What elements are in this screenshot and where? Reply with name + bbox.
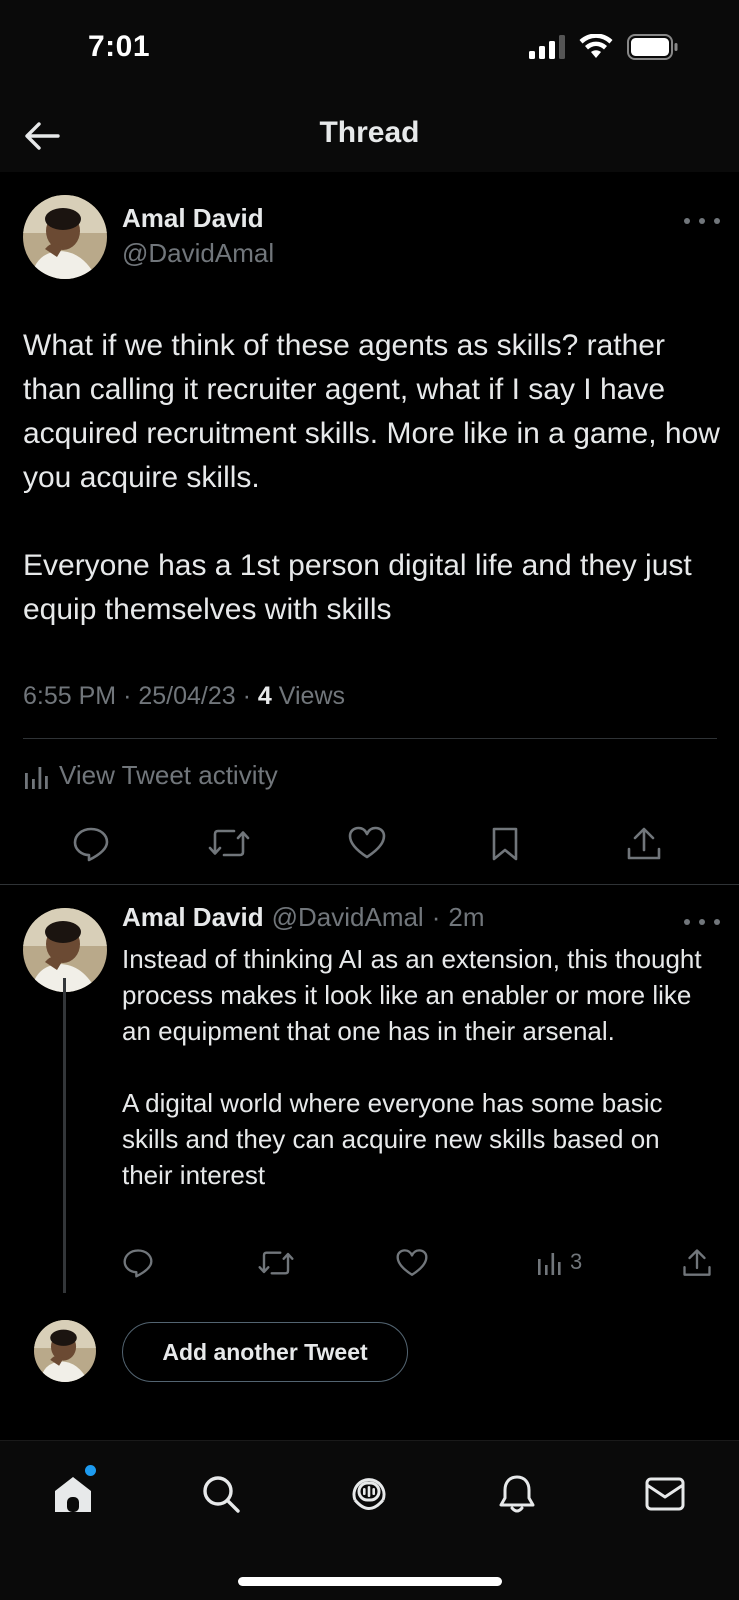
battery-icon xyxy=(627,34,678,60)
heart-icon xyxy=(396,1249,428,1276)
share-icon xyxy=(683,1249,711,1276)
view-tweet-activity-button[interactable]: View Tweet activity xyxy=(23,760,278,791)
comment-icon xyxy=(73,827,109,862)
avatar[interactable] xyxy=(23,195,107,279)
reply-more-options-button[interactable] xyxy=(684,912,720,932)
home-notification-dot xyxy=(85,1465,96,1476)
bar-chart-icon xyxy=(538,1253,561,1275)
tweet-metadata: 6:55 PM · 25/04/23 · 4 Views xyxy=(23,682,346,710)
home-indicator[interactable] xyxy=(238,1577,502,1586)
retweet-icon xyxy=(208,829,250,857)
reply-button[interactable] xyxy=(72,826,110,862)
tab-messages[interactable] xyxy=(640,1469,690,1519)
more-options-button[interactable] xyxy=(684,211,720,231)
view-tweet-activity-label: View Tweet activity xyxy=(59,760,278,790)
heart-icon xyxy=(348,826,386,859)
views-label: Views xyxy=(278,682,346,710)
bell-icon xyxy=(499,1475,535,1513)
author-name[interactable]: Amal David xyxy=(122,203,274,234)
nav-bar: Thread xyxy=(0,100,739,172)
share-button[interactable] xyxy=(626,826,662,862)
profile-photo xyxy=(34,1320,96,1382)
bottom-tab-bar xyxy=(0,1440,739,1600)
reply-views-button[interactable]: 3 xyxy=(536,1248,582,1276)
tweet-time[interactable]: 6:55 PM xyxy=(23,682,116,710)
reply-author-handle[interactable]: @DavidAmal xyxy=(272,902,424,933)
retweet-icon xyxy=(258,1251,294,1275)
tab-search[interactable] xyxy=(196,1469,246,1519)
comment-icon xyxy=(123,1249,153,1278)
like-button[interactable] xyxy=(348,826,386,860)
reply-share-button[interactable] xyxy=(682,1248,712,1278)
tab-spaces[interactable] xyxy=(344,1469,394,1519)
reply-reply-button[interactable] xyxy=(122,1248,154,1278)
bookmark-button[interactable] xyxy=(490,826,520,862)
tweet-paragraph: What if we think of these agents as skil… xyxy=(23,329,720,494)
bookmark-icon xyxy=(492,827,518,861)
page-title: Thread xyxy=(319,116,420,149)
status-icons xyxy=(529,34,679,60)
tab-home[interactable] xyxy=(48,1465,98,1519)
status-bar: 7:01 xyxy=(0,0,739,100)
status-time: 7:01 xyxy=(88,30,151,63)
tweet-paragraph: Everyone has a 1st person digital life a… xyxy=(23,549,692,626)
reply-author-name[interactable]: Amal David xyxy=(122,902,264,933)
bar-chart-icon xyxy=(25,766,48,789)
spaces-icon xyxy=(352,1478,386,1510)
more-horizontal-icon xyxy=(684,919,690,925)
cellular-signal-icon xyxy=(529,35,565,59)
divider xyxy=(23,738,717,739)
reply-like-button[interactable] xyxy=(396,1248,428,1278)
reply-text: Instead of thinking AI as an extension, … xyxy=(122,941,707,1193)
profile-photo xyxy=(23,195,107,279)
author-handle[interactable]: @DavidAmal xyxy=(122,238,274,269)
wifi-icon xyxy=(579,34,613,58)
thread-connector-line xyxy=(63,978,66,1293)
reply-paragraph: A digital world where everyone has some … xyxy=(122,1088,663,1190)
add-another-tweet-button[interactable]: Add another Tweet xyxy=(122,1322,408,1382)
divider xyxy=(0,884,739,885)
reply-retweet-button[interactable] xyxy=(258,1248,294,1278)
home-icon xyxy=(55,1477,91,1512)
more-horizontal-icon xyxy=(684,218,690,224)
compose-avatar xyxy=(34,1320,96,1382)
reply-age[interactable]: 2m xyxy=(448,902,484,933)
tweet-date[interactable]: 25/04/23 xyxy=(138,682,235,710)
tweet-text: What if we think of these agents as skil… xyxy=(23,324,723,632)
views-count: 4 xyxy=(257,682,272,710)
share-icon xyxy=(627,827,661,860)
reply-views-count: 3 xyxy=(570,1249,583,1274)
mail-icon xyxy=(645,1477,685,1511)
search-icon xyxy=(203,1476,240,1513)
tweet-author[interactable]: Amal David @DavidAmal xyxy=(122,203,274,269)
retweet-button[interactable] xyxy=(208,826,250,860)
reply-paragraph: Instead of thinking AI as an extension, … xyxy=(122,944,702,1046)
reply-header: Amal David @DavidAmal · 2m xyxy=(122,902,485,933)
reply-tweet[interactable]: Amal David @DavidAmal · 2m Instead of th… xyxy=(122,902,722,1193)
tab-notifications[interactable] xyxy=(492,1469,542,1519)
